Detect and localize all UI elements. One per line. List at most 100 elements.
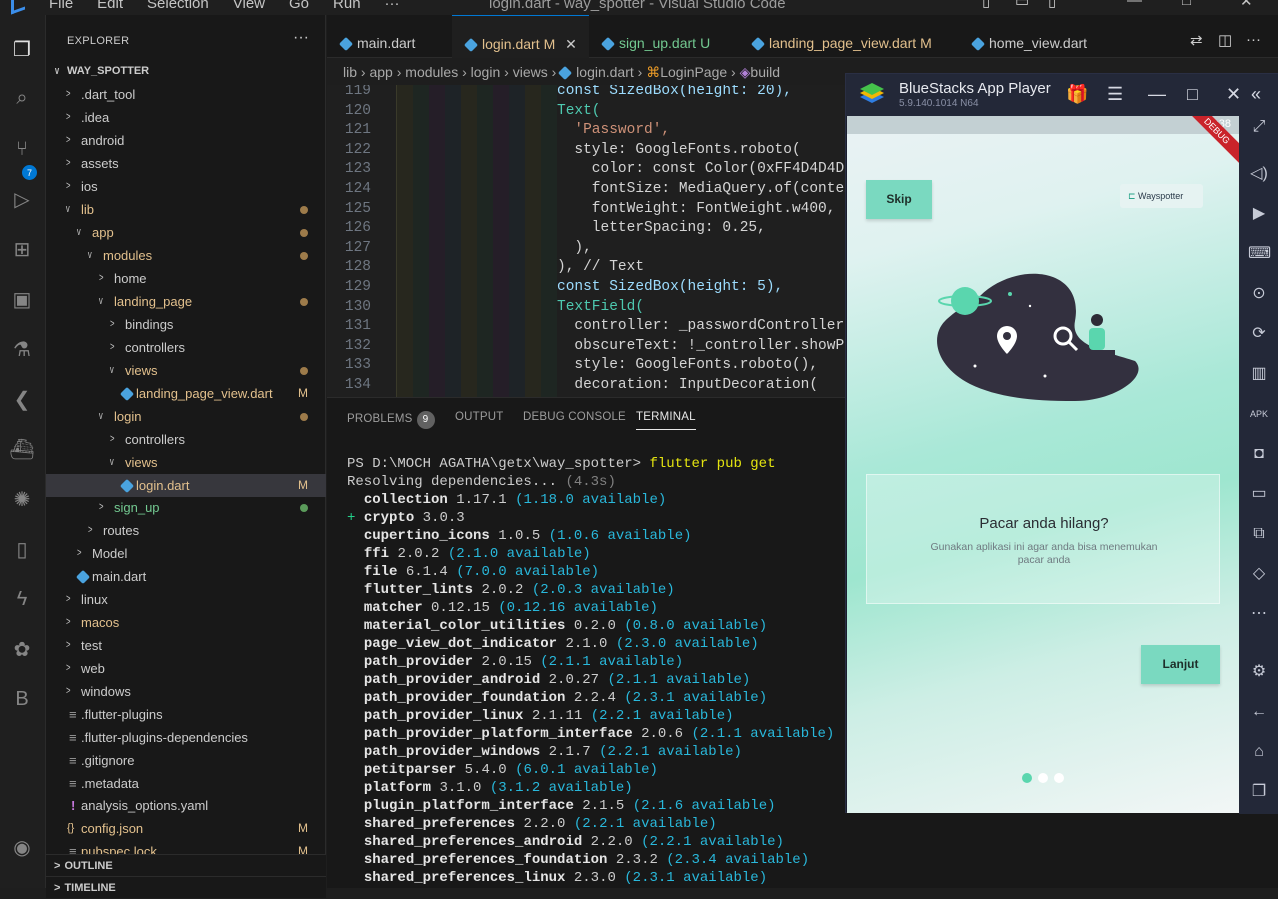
more-icon[interactable]: ⋯ — [1248, 603, 1270, 625]
tree-item[interactable]: > bindings — [46, 313, 326, 336]
keyboard-icon[interactable]: ⌨ — [1248, 243, 1271, 265]
tree-item[interactable]: > macos — [46, 611, 326, 634]
git-graph-icon[interactable]: ✺ — [8, 485, 36, 513]
maximize-icon[interactable]: □ — [1182, 0, 1191, 9]
tree-item[interactable]: > routes — [46, 519, 326, 542]
next-button[interactable]: Lanjut — [1141, 645, 1220, 684]
sidebar-toggle-icon[interactable]: ▯ — [1048, 0, 1056, 10]
tree-item[interactable]: > windows — [46, 680, 326, 703]
breadcrumb-modules[interactable]: modules — [405, 64, 458, 80]
thunder-client-icon[interactable]: ϟ — [8, 585, 36, 613]
menu-go[interactable]: Go — [289, 0, 309, 12]
maximize-icon[interactable]: □ — [1187, 84, 1198, 105]
tree-item[interactable]: ≡ .gitignore — [46, 749, 326, 772]
menu-run[interactable]: Run — [333, 0, 361, 12]
settings-icon[interactable]: ⚙ — [1248, 661, 1270, 683]
tree-item[interactable]: > home — [46, 267, 326, 290]
tab-problems[interactable]: PROBLEMS 9 — [347, 411, 435, 429]
macro-icon[interactable]: ▥ — [1248, 363, 1270, 385]
tab-debug-console[interactable]: DEBUG CONSOLE — [523, 411, 626, 423]
tree-item[interactable]: login.dart M — [46, 474, 326, 497]
outline-section[interactable]: > OUTLINE — [46, 854, 326, 876]
close-icon[interactable]: ✕ — [1226, 84, 1241, 105]
tree-item[interactable]: landing_page_view.dart M — [46, 382, 326, 405]
tree-item[interactable]: > ios — [46, 175, 326, 198]
tree-item[interactable]: > test — [46, 634, 326, 657]
close-tab-icon[interactable]: ✕ — [565, 36, 577, 52]
android-screen[interactable]: 12:38 DEBUG Skip ⊏ Wayspotter Pacar anda… — [847, 116, 1239, 813]
tab-login-dart[interactable]: login.dart M ✕ — [452, 15, 589, 58]
tree-item[interactable]: v views — [46, 359, 326, 382]
media-icon[interactable]: ▶ — [1248, 203, 1270, 225]
tree-item[interactable]: > web — [46, 657, 326, 680]
code-editor[interactable]: 119 const SizedBox(height: 20), 120 Text(12… — [327, 85, 847, 397]
screenshot-icon[interactable]: ◘ — [1248, 443, 1270, 465]
tab-home-view-dart[interactable]: home_view.dart — [959, 15, 1104, 58]
extensions-icon[interactable]: ⊞ — [8, 235, 36, 263]
tree-item[interactable]: > .idea — [46, 106, 326, 129]
folder-icon[interactable]: ▭ — [1248, 483, 1270, 505]
back-icon[interactable]: ← — [1248, 701, 1270, 723]
testing-icon[interactable]: ⚗ — [8, 335, 36, 363]
layout-toggle-icon[interactable]: ▯ — [982, 0, 990, 10]
volume-icon[interactable]: ◁) — [1248, 163, 1270, 185]
tree-item[interactable]: v views — [46, 451, 326, 474]
b-extension-icon[interactable]: B — [8, 685, 36, 713]
breadcrumb-views[interactable]: views — [513, 64, 548, 80]
page-dot[interactable] — [1054, 773, 1064, 783]
apk-icon[interactable]: APK — [1248, 403, 1270, 425]
tree-item[interactable]: v modules — [46, 244, 326, 267]
tree-item[interactable]: > controllers — [46, 428, 326, 451]
terminal-output[interactable]: PS D:\MOCH AGATHA\getx\way_spotter> flut… — [347, 455, 834, 887]
timeline-section[interactable]: > TIMELINE — [46, 876, 326, 898]
breadcrumb-lib[interactable]: lib — [343, 64, 357, 80]
close-icon[interactable]: ✕ — [1240, 0, 1253, 10]
chatgpt-icon[interactable]: ✿ — [8, 635, 36, 663]
tree-item[interactable]: > assets — [46, 152, 326, 175]
multi-instance-icon[interactable]: ⧉ — [1248, 523, 1270, 545]
tree-item[interactable]: ! analysis_options.yaml — [46, 794, 326, 817]
tree-item[interactable]: > sign_up — [46, 496, 326, 519]
tab-sign-up-dart[interactable]: sign_up.dart U — [589, 15, 739, 58]
skip-button[interactable]: Skip — [866, 180, 932, 219]
tab-main-dart[interactable]: main.dart — [327, 15, 452, 58]
breadcrumb-app[interactable]: app — [369, 64, 392, 80]
rotate-icon[interactable]: ⟳ — [1248, 323, 1270, 345]
menu-edit[interactable]: Edit — [97, 0, 123, 12]
explorer-icon[interactable]: ❐ — [8, 35, 36, 63]
account-icon[interactable]: ◉ — [8, 833, 36, 861]
menu-file[interactable]: File — [49, 0, 73, 12]
minimize-icon[interactable]: — — [1148, 84, 1166, 105]
breadcrumb-file[interactable]: login.dart — [576, 64, 634, 80]
menu-selection[interactable]: Selection — [147, 0, 209, 12]
search-icon[interactable]: ⌕ — [8, 84, 36, 112]
tree-item[interactable]: > android — [46, 129, 326, 152]
fullscreen-icon[interactable]: ⤢ — [1248, 116, 1270, 138]
flutter-icon[interactable]: ❮ — [8, 385, 36, 413]
more-actions-icon[interactable]: ··· — [293, 29, 309, 47]
workspace-root[interactable]: v WAY_SPOTTER — [46, 60, 326, 83]
tab-output[interactable]: OUTPUT — [455, 411, 503, 423]
tree-item[interactable]: > .dart_tool — [46, 83, 326, 106]
compare-icon[interactable]: ⇄ — [1190, 31, 1203, 49]
record-icon[interactable]: ⊙ — [1248, 283, 1270, 305]
gift-icon[interactable]: 🎁 — [1066, 84, 1088, 105]
breadcrumb-login[interactable]: login — [471, 64, 501, 80]
tree-item[interactable]: v lib — [46, 198, 326, 221]
collapse-sidebar-icon[interactable]: « — [1251, 84, 1261, 105]
tree-item[interactable]: ≡ .flutter-plugins — [46, 703, 326, 726]
tree-item[interactable]: > linux — [46, 588, 326, 611]
tab-terminal[interactable]: TERMINAL — [636, 411, 696, 430]
tree-item[interactable]: v login — [46, 405, 326, 428]
remote-explorer-icon[interactable]: ▣ — [8, 285, 36, 313]
eco-mode-icon[interactable]: ◇ — [1248, 563, 1270, 585]
home-icon[interactable]: ⌂ — [1248, 741, 1270, 763]
source-control-icon[interactable]: ⑂ — [8, 135, 36, 163]
recent-apps-icon[interactable]: ❐ — [1248, 781, 1270, 803]
breadcrumb-class[interactable]: LoginPage — [660, 64, 727, 80]
device-icon[interactable]: ▯ — [8, 535, 36, 563]
docker-icon[interactable]: ⛴ — [8, 435, 36, 463]
minimize-icon[interactable]: — — [1127, 0, 1142, 9]
tree-item[interactable]: main.dart — [46, 565, 326, 588]
tree-item[interactable]: v app — [46, 221, 326, 244]
